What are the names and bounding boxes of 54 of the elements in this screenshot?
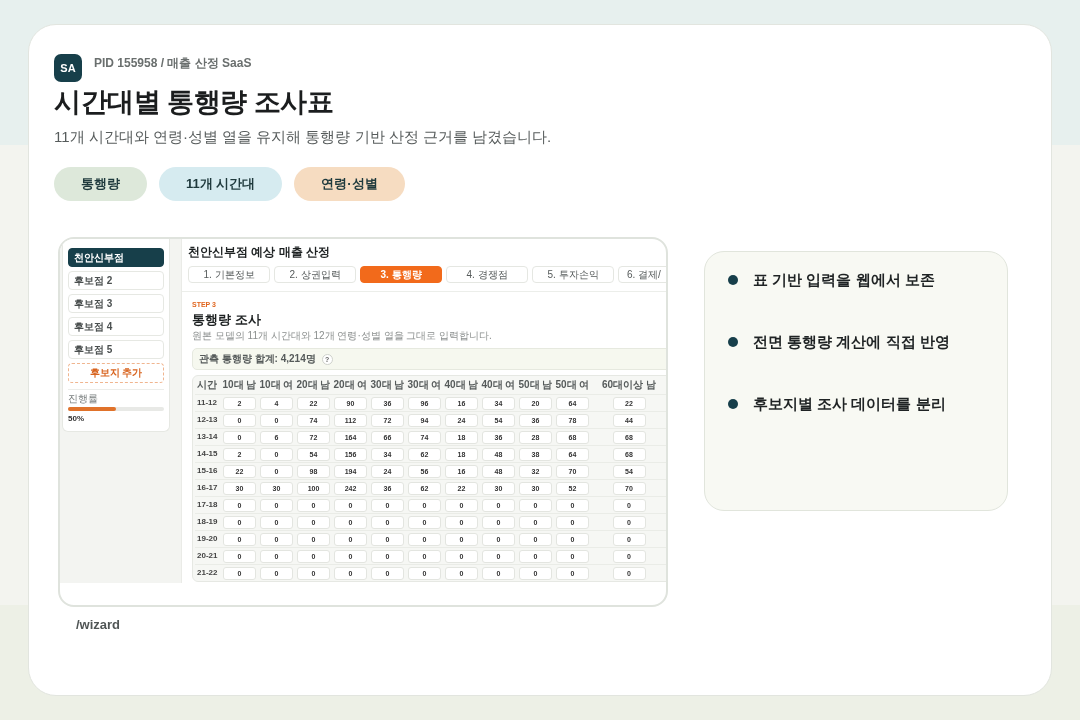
topic-tag: 11개 시간대 xyxy=(159,167,283,201)
column-header: 40대 여 xyxy=(481,380,516,390)
topic-tag: 연령·성별 xyxy=(294,167,405,201)
highlight-text: 전면 통행량 계산에 직접 반영 xyxy=(753,332,950,352)
time-label: 17-18 xyxy=(196,501,218,509)
sidebar-item[interactable]: 후보점 5 xyxy=(68,340,164,359)
column-header: 30대 남 xyxy=(370,380,405,390)
topic-tag: 통행량 xyxy=(54,167,147,201)
column-header: 30대 여 xyxy=(407,380,442,390)
project-meta: PID 155958 / 매출 산정 SaaS xyxy=(94,55,252,71)
section-title: 통행량 조사 xyxy=(192,312,261,328)
step-tab[interactable]: 4. 경쟁점 xyxy=(446,266,528,283)
step-tab[interactable]: 6. 결제/ xyxy=(618,266,666,283)
time-label: 20-21 xyxy=(196,552,218,560)
time-label: 19-20 xyxy=(196,535,218,543)
column-header: 20대 남 xyxy=(296,380,331,390)
bullet-icon xyxy=(728,399,738,409)
sidebar-item[interactable]: 후보점 2 xyxy=(68,271,164,290)
column-header: 시간 xyxy=(196,380,217,390)
sidebar-item[interactable]: 후보점 4 xyxy=(68,317,164,336)
time-label: 13-14 xyxy=(196,433,218,441)
time-label: 12-13 xyxy=(196,416,218,424)
column-header: 50대 여 xyxy=(555,380,590,390)
bullet-icon xyxy=(728,337,738,347)
progress-value: 50% xyxy=(68,414,84,424)
step-tab[interactable]: 5. 투자손익 xyxy=(532,266,614,283)
column-header: 20대 여 xyxy=(333,380,368,390)
summary-text: 관측 통행량 합계: 4,214명 xyxy=(199,354,316,364)
progress-label: 진행률 xyxy=(68,393,98,405)
url-caption: /wizard xyxy=(76,617,121,633)
wizard-title: 천안신부점 예상 매출 산정 xyxy=(188,245,330,259)
column-header: 10대 여 xyxy=(259,380,294,390)
add-site-button[interactable]: 후보지 추가 xyxy=(68,363,164,383)
step-tab[interactable]: 1. 기본정보 xyxy=(188,266,270,283)
time-label: 21-22 xyxy=(196,569,218,577)
highlight-text: 표 기반 입력을 웹에서 보존 xyxy=(753,270,935,290)
column-header: 50대 남 xyxy=(518,380,553,390)
column-header: 60대이상 남 xyxy=(602,380,656,390)
step-tab[interactable]: 2. 상권입력 xyxy=(274,266,356,283)
time-label: 11-12 xyxy=(196,399,218,407)
highlight-text: 후보지별 조사 데이터를 분리 xyxy=(753,394,946,414)
sidebar-item[interactable]: 천안신부점 xyxy=(68,248,164,267)
page-subtitle: 11개 시간대와 연령·성별 열을 유지해 통행량 기반 산정 근거를 남겼습니다. xyxy=(54,127,552,147)
page-title: 시간대별 통행량 조사표 xyxy=(54,86,333,119)
bullet-icon xyxy=(728,275,738,285)
time-label: 14-15 xyxy=(196,450,218,458)
app-logo: SA xyxy=(54,54,82,82)
sidebar-item[interactable]: 후보점 3 xyxy=(68,294,164,313)
time-label: 18-19 xyxy=(196,518,218,526)
column-header: 10대 남 xyxy=(222,380,257,390)
column-header: 40대 남 xyxy=(444,380,479,390)
section-description: 원본 모델의 11개 시간대와 12개 연령·성별 열을 그대로 입력합니다. xyxy=(192,330,492,342)
time-label: 16-17 xyxy=(196,484,218,492)
time-label: 15-16 xyxy=(196,467,218,475)
